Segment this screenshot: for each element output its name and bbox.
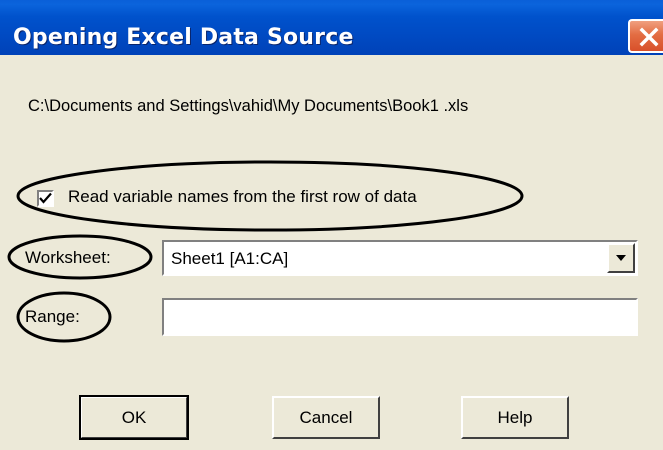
close-icon (639, 27, 659, 47)
read-names-checkbox[interactable] (37, 190, 54, 207)
range-label: Range: (25, 307, 80, 326)
title-bar[interactable]: Opening Excel Data Source (0, 0, 663, 55)
ok-button[interactable]: OK (79, 395, 189, 440)
help-button[interactable]: Help (461, 396, 569, 439)
range-input[interactable] (162, 298, 638, 336)
checkmark-icon (39, 192, 52, 204)
window-title: Opening Excel Data Source (13, 25, 354, 50)
worksheet-dropdown-button[interactable] (607, 243, 635, 273)
read-names-label[interactable]: Read variable names from the first row o… (68, 187, 417, 207)
chevron-down-icon (616, 255, 626, 261)
worksheet-label: Worksheet: (25, 248, 111, 267)
dialog-body: C:\Documents and Settings\vahid\My Docum… (0, 55, 663, 450)
worksheet-selected-value: Sheet1 [A1:CA] (171, 249, 289, 268)
worksheet-select[interactable]: Sheet1 [A1:CA] (162, 240, 638, 276)
cancel-button[interactable]: Cancel (272, 396, 380, 439)
close-button[interactable] (628, 19, 663, 53)
file-path: C:\Documents and Settings\vahid\My Docum… (28, 97, 469, 115)
